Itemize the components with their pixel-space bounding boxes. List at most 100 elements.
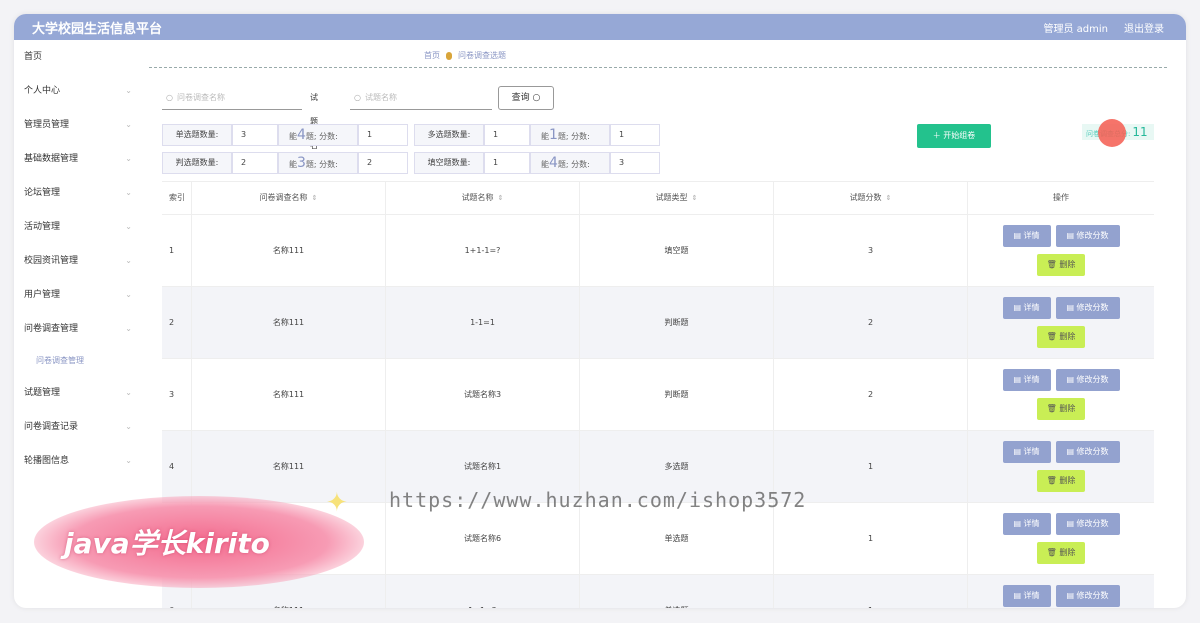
chevron-down-icon: ⌄ bbox=[125, 120, 132, 129]
chevron-down-icon: ⌄ bbox=[125, 388, 132, 397]
edit-score-button[interactable]: ▤ 修改分数 bbox=[1055, 369, 1120, 391]
sidebar-item-5[interactable]: 活动管理 ⌄ bbox=[14, 210, 142, 244]
detail-button[interactable]: ▤ 详情 bbox=[1002, 297, 1051, 319]
single-count-value[interactable]: 3 bbox=[232, 124, 278, 146]
trash-icon: 🗑 bbox=[1046, 332, 1057, 341]
fill-score-input[interactable]: 3 bbox=[610, 152, 660, 174]
doc-icon: ▤ bbox=[1013, 375, 1021, 384]
edit-score-button[interactable]: ▤ 修改分数 bbox=[1055, 513, 1120, 535]
trash-icon: 🗑 bbox=[1046, 260, 1057, 269]
query-button[interactable]: 查询 ○ bbox=[498, 86, 554, 110]
cell-score: 1 bbox=[774, 575, 968, 608]
col-type[interactable]: 试题类型 ⇕ bbox=[580, 182, 774, 214]
delete-button[interactable]: 🗑 删除 bbox=[1037, 326, 1085, 348]
edit-score-button[interactable]: ▤ 修改分数 bbox=[1055, 441, 1120, 463]
breadcrumb-home[interactable]: 首页 bbox=[424, 51, 440, 60]
doc-icon: ▤ bbox=[1013, 303, 1021, 312]
sidebar-item-8[interactable]: 问卷调查管理 ⌄ bbox=[14, 312, 142, 346]
admin-user-label: 管理员 admin bbox=[1043, 24, 1108, 35]
start-compose-button[interactable]: ＋ 开始组卷 bbox=[917, 124, 991, 148]
doc-icon: ▤ bbox=[1013, 591, 1021, 600]
cell-ops: ▤ 详情▤ 修改分数 🗑 删除 bbox=[968, 503, 1154, 574]
edit-score-button[interactable]: ▤ 修改分数 bbox=[1055, 225, 1120, 247]
doc-icon: ▤ bbox=[1066, 375, 1074, 384]
detail-button[interactable]: ▤ 详情 bbox=[1002, 369, 1051, 391]
sidebar-item-1[interactable]: 个人中心 ⌄ bbox=[14, 74, 142, 108]
logout-link[interactable]: 退出登录 bbox=[1124, 20, 1164, 35]
sidebar-item-after-0[interactable]: 试题管理 ⌄ bbox=[14, 376, 142, 410]
sidebar-item-0[interactable]: 首页 bbox=[14, 40, 142, 74]
sidebar-item-3[interactable]: 基础数据管理 ⌄ bbox=[14, 142, 142, 176]
col-score[interactable]: 试题分数 ⇕ bbox=[774, 182, 968, 214]
fill-hint: 能4题; 分数: bbox=[530, 152, 610, 174]
multi-hint: 能1题; 分数: bbox=[530, 124, 610, 146]
delete-button[interactable]: 🗑 删除 bbox=[1037, 470, 1085, 492]
delete-button[interactable]: 🗑 删除 bbox=[1037, 542, 1085, 564]
detail-button[interactable]: ▤ 详情 bbox=[1002, 225, 1051, 247]
cell-type: 判断题 bbox=[580, 359, 774, 430]
sort-icon: ⇕ bbox=[691, 194, 698, 202]
cell-survey: 名称111 bbox=[192, 215, 386, 286]
sidebar-item-4[interactable]: 论坛管理 ⌄ bbox=[14, 176, 142, 210]
cell-type: 单选题 bbox=[580, 575, 774, 608]
judge-count-label: 判选题数量: bbox=[162, 152, 232, 174]
table-row: 3 名称111 试题名称3 判断题 2 ▤ 详情 ▤ 修改分数 🗑 删除 bbox=[162, 359, 1154, 431]
survey-name-input[interactable]: ○ 问卷调查名称 bbox=[162, 86, 302, 110]
breadcrumb-separator-icon bbox=[446, 51, 452, 60]
multi-count-value[interactable]: 1 bbox=[484, 124, 530, 146]
cell-ops: ▤ 详情▤ 修改分数🗑 删除 bbox=[968, 575, 1154, 608]
edit-score-button[interactable]: ▤ 修改分数 bbox=[1055, 297, 1120, 319]
chevron-down-icon: ⌄ bbox=[125, 324, 132, 333]
cell-survey: 名称111 bbox=[192, 431, 386, 502]
sidebar-sub-survey-management[interactable]: 问卷调查管理 bbox=[14, 346, 142, 376]
sidebar-item-6[interactable]: 校园资讯管理 ⌄ bbox=[14, 244, 142, 278]
cell-survey: 名称111 bbox=[192, 359, 386, 430]
question-name-input[interactable]: ○ 试题名称 bbox=[350, 86, 492, 110]
breadcrumb-current: 问卷调查选题 bbox=[458, 51, 506, 60]
table-row: 6名称1111+1=2单选题1▤ 详情▤ 修改分数🗑 删除 bbox=[162, 575, 1154, 608]
edit-score-button[interactable]: ▤ 修改分数 bbox=[1055, 585, 1120, 607]
sidebar-item-2[interactable]: 管理员管理 ⌄ bbox=[14, 108, 142, 142]
divider bbox=[149, 67, 1167, 68]
fill-count-value[interactable]: 1 bbox=[484, 152, 530, 174]
doc-icon: ▤ bbox=[1066, 591, 1074, 600]
chevron-down-icon: ⌄ bbox=[125, 290, 132, 299]
fill-count-label: 填空题数量: bbox=[414, 152, 484, 174]
cell-ops: ▤ 详情▤ 修改分数 🗑 删除 bbox=[968, 359, 1154, 430]
cell-index: 3 bbox=[162, 359, 192, 430]
detail-button[interactable]: ▤ 详情 bbox=[1002, 585, 1051, 607]
trash-icon: 🗑 bbox=[1046, 476, 1057, 485]
doc-icon: ▤ bbox=[1066, 231, 1074, 240]
doc-icon: ▤ bbox=[1066, 447, 1074, 456]
trash-icon: 🗑 bbox=[1046, 548, 1057, 557]
watermark-badge-text: java学长kirito bbox=[64, 527, 270, 560]
detail-button[interactable]: ▤ 详情 bbox=[1002, 513, 1051, 535]
delete-button[interactable]: 🗑 删除 bbox=[1037, 398, 1085, 420]
sidebar-item-after-2[interactable]: 轮播图信息 ⌄ bbox=[14, 444, 142, 478]
sort-icon: ⇕ bbox=[885, 194, 892, 202]
sort-icon: ⇕ bbox=[497, 194, 504, 202]
cell-question: 试题名称6 bbox=[386, 503, 580, 574]
col-index: 索引 bbox=[162, 182, 192, 214]
cursor-indicator bbox=[1098, 119, 1126, 147]
cell-index: 4 bbox=[162, 431, 192, 502]
chevron-down-icon: ⌄ bbox=[125, 86, 132, 95]
col-ops: 操作 bbox=[1053, 193, 1069, 202]
app-window: 大学校园生活信息平台 管理员 admin 退出登录 首页 个人中心 ⌄ 管理员管理 ⌄ 基… bbox=[14, 14, 1186, 608]
judge-score-input[interactable]: 2 bbox=[358, 152, 408, 174]
watermark-url: https://www.huzhan.com/ishop3572 bbox=[389, 488, 807, 512]
doc-icon: ▤ bbox=[1066, 303, 1074, 312]
cell-score: 2 bbox=[774, 359, 968, 430]
trash-icon: 🗑 bbox=[1046, 404, 1057, 413]
delete-button[interactable]: 🗑 删除 bbox=[1037, 254, 1085, 276]
detail-button[interactable]: ▤ 详情 bbox=[1002, 441, 1051, 463]
table-row: 2 名称111 1-1=1 判断题 2 ▤ 详情 ▤ 修改分数 🗑 删除 bbox=[162, 287, 1154, 359]
sidebar-item-7[interactable]: 用户管理 ⌄ bbox=[14, 278, 142, 312]
sidebar-item-after-1[interactable]: 问卷调查记录 ⌄ bbox=[14, 410, 142, 444]
single-score-input[interactable]: 1 bbox=[358, 124, 408, 146]
multi-score-input[interactable]: 1 bbox=[610, 124, 660, 146]
col-survey[interactable]: 问卷调查名称 ⇕ bbox=[192, 182, 386, 214]
judge-count-value[interactable]: 2 bbox=[232, 152, 278, 174]
chevron-down-icon: ⌄ bbox=[125, 256, 132, 265]
col-question[interactable]: 试题名称 ⇕ bbox=[386, 182, 580, 214]
